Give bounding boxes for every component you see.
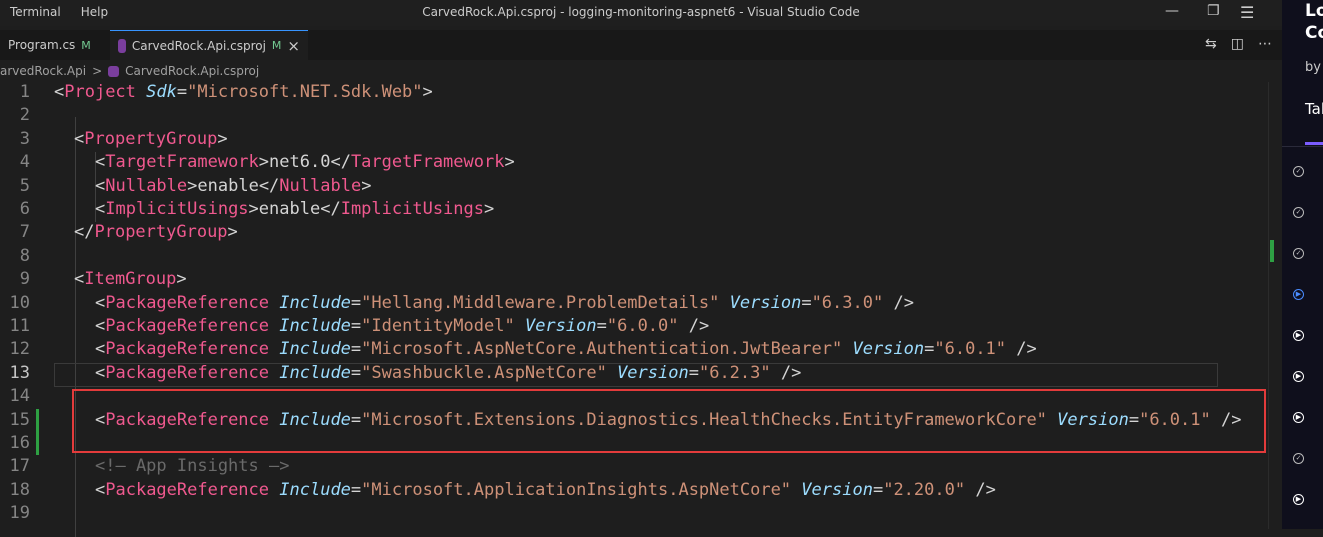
code-line-4: <TargetFramework>net6.0</TargetFramework… (95, 152, 515, 173)
restore-icon[interactable]: ❐ (1207, 3, 1220, 19)
tab-label: CarvedRock.Api.csproj (131, 38, 266, 53)
modified-badge: M (81, 38, 91, 52)
current-play-icon[interactable]: ▶ (1293, 289, 1304, 300)
tab-close-icon[interactable]: × (287, 37, 300, 55)
code-line-5: <Nullable>enable</Nullable> (95, 175, 372, 196)
code-line-9: <ItemGroup> (74, 269, 187, 290)
csproj-file-icon (108, 65, 120, 77)
line-number: 8 (19, 245, 30, 266)
line-number: 9 (19, 269, 30, 290)
code-line-1: <Project Sdk="Microsoft.NET.Sdk.Web"> (54, 82, 433, 102)
tab-label: Program.cs (8, 38, 76, 52)
breadcrumb-folder[interactable]: arvedRock.Api (0, 64, 86, 78)
editor-actions: ⇆ ◫ ⋯ (1205, 36, 1272, 52)
line-number: 19 (9, 503, 30, 524)
line-number: 5 (19, 175, 30, 196)
csproj-file-icon (118, 38, 126, 53)
highlight-box (72, 389, 1266, 453)
play-icon[interactable]: ▶ (1293, 412, 1304, 423)
course-author: by (1305, 60, 1321, 75)
split-editor-icon[interactable]: ◫ (1231, 36, 1244, 52)
tab-carvedrock-csproj[interactable]: CarvedRock.Api.csproj M × (110, 30, 308, 60)
window-title: CarvedRock.Api.csproj - logging-monitori… (422, 5, 860, 19)
line-number: 2 (19, 105, 30, 126)
code-line-3: <PropertyGroup> (74, 128, 228, 149)
line-number: 3 (19, 128, 30, 149)
line-number: 16 (9, 433, 30, 453)
scrollbar-change-marker (1270, 240, 1274, 262)
open-changes-icon[interactable]: ⇆ (1205, 36, 1217, 52)
breadcrumb-separator: > (92, 64, 103, 78)
breadcrumb-file[interactable]: CarvedRock.Api.csproj (125, 64, 259, 78)
play-icon[interactable]: ▶ (1293, 494, 1304, 505)
course-side-panel: Lo Co by Tal ✓ ✓ ✓ ▶ ▶ ▶ ▶ ✓ ▶ (1282, 0, 1323, 529)
code-line-6: <ImplicitUsings>enable</ImplicitUsings> (95, 199, 495, 219)
line-number: 11 (9, 316, 30, 336)
tab-table-of-contents[interactable]: Tal (1305, 100, 1323, 118)
course-title: Lo Co (1305, 1, 1323, 43)
code-line-17-comment: <!— App Insights —> (95, 456, 290, 477)
line-number: 1 (19, 82, 30, 102)
vertical-scrollbar[interactable] (1268, 82, 1283, 529)
title-bar: Terminal Help CarvedRock.Api.csproj - lo… (0, 0, 1282, 26)
completed-check-icon[interactable]: ✓ (1293, 453, 1304, 464)
line-number: 17 (9, 456, 30, 477)
line-number: 10 (9, 292, 30, 313)
line-number: 14 (9, 386, 30, 407)
line-number: 6 (19, 199, 30, 219)
line-number: 15 (9, 409, 30, 430)
line-number: 18 (9, 479, 30, 500)
more-actions-icon[interactable]: ⋯ (1258, 36, 1272, 52)
code-editor[interactable]: 1 <Project Sdk="Microsoft.NET.Sdk.Web"> 2… (0, 82, 1268, 537)
breadcrumb: arvedRock.Api > CarvedRock.Api.csproj (0, 60, 1282, 82)
play-icon[interactable]: ▶ (1293, 371, 1304, 382)
line-number: 12 (9, 339, 30, 360)
minimize-icon[interactable]: — (1165, 3, 1179, 19)
completed-check-icon[interactable]: ✓ (1293, 207, 1304, 218)
code-line-10: <PackageReference Include="Hellang.Middl… (95, 292, 914, 313)
tab-program-cs[interactable]: Program.cs M (0, 30, 105, 60)
line-number: 7 (19, 222, 30, 243)
line-number: 4 (19, 152, 30, 173)
code-line-13: <PackageReference Include="Swashbuckle.A… (95, 362, 802, 383)
completed-check-icon[interactable]: ✓ (1293, 166, 1304, 177)
divider (1282, 146, 1323, 147)
code-line-18: <PackageReference Include="Microsoft.App… (95, 479, 996, 500)
line-number: 13 (9, 362, 30, 383)
code-line-7: </PropertyGroup> (74, 222, 238, 243)
close-window-icon[interactable]: ☰ (1240, 3, 1254, 22)
play-icon[interactable]: ▶ (1293, 330, 1304, 341)
code-line-11: <PackageReference Include="IdentityModel… (95, 316, 710, 336)
active-tab-indicator (1305, 142, 1323, 145)
completed-check-icon[interactable]: ✓ (1293, 248, 1304, 259)
code-line-12: <PackageReference Include="Microsoft.Asp… (95, 339, 1037, 360)
modified-badge: M (271, 39, 282, 52)
tab-bar: Program.cs M CarvedRock.Api.csproj M × ⇆… (0, 30, 1282, 60)
